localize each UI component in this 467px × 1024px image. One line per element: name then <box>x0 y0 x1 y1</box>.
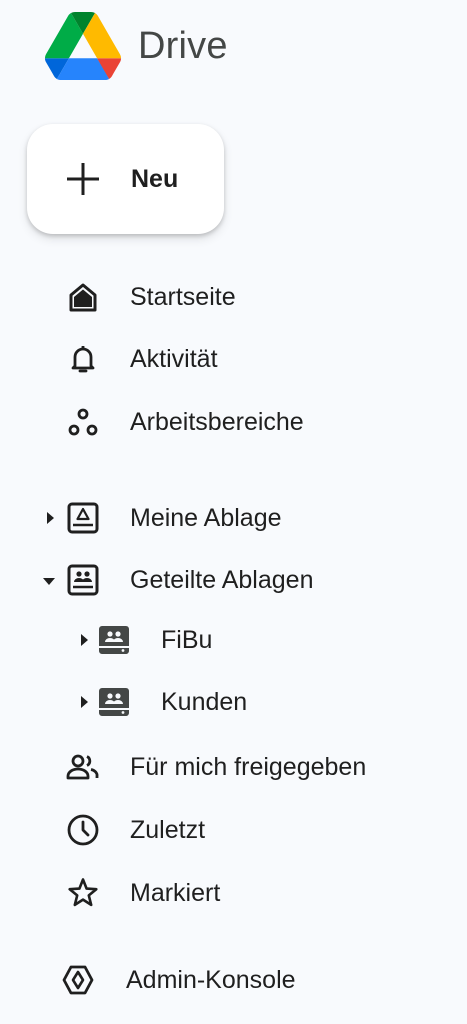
nav-item-home[interactable]: Startseite <box>0 272 440 322</box>
home-icon <box>66 280 100 314</box>
nav-item-label: Meine Ablage <box>130 503 282 532</box>
nav-item-my-drive[interactable]: Meine Ablage <box>0 493 440 543</box>
shared-drive-icon <box>97 623 131 657</box>
bell-icon <box>66 342 100 376</box>
nav-item-starred[interactable]: Markiert <box>0 868 440 918</box>
drive-logo-icon[interactable] <box>44 12 122 80</box>
nav-item-label: Admin-Konsole <box>126 965 296 994</box>
nav-item-shared-drive-kunden[interactable]: Kunden <box>0 677 440 727</box>
people-icon <box>66 750 100 784</box>
clock-icon <box>66 813 100 847</box>
admin-icon <box>61 963 95 997</box>
plus-icon <box>67 163 99 195</box>
nav-item-workspaces[interactable]: Arbeitsbereiche <box>0 397 440 447</box>
nav-item-label: FiBu <box>161 625 213 654</box>
shared-drive-icon <box>97 685 131 719</box>
shared-drive-icon <box>66 563 100 597</box>
nav-item-label: Aktivität <box>130 344 218 373</box>
nav-item-label: Zuletzt <box>130 815 206 844</box>
my-drive-icon <box>66 501 100 535</box>
nav-item-label: Markiert <box>130 878 221 907</box>
new-button[interactable]: Neu <box>27 124 224 234</box>
nav-item-label: Startseite <box>130 282 236 311</box>
nav-item-activity[interactable]: Aktivität <box>0 334 440 384</box>
new-button-label: Neu <box>131 164 179 193</box>
nav-item-shared-drive-fibu[interactable]: FiBu <box>0 615 440 665</box>
app-header: Drive <box>44 10 228 82</box>
nav-item-shared-drives[interactable]: Geteilte Ablagen <box>0 555 440 605</box>
caret-down-icon[interactable] <box>43 576 55 586</box>
nav-item-label: Für mich freigegeben <box>130 752 367 781</box>
nav-item-label: Arbeitsbereiche <box>130 407 304 436</box>
caret-right-icon[interactable] <box>45 512 55 524</box>
star-icon <box>66 876 100 910</box>
workspaces-icon <box>66 405 100 439</box>
caret-right-icon[interactable] <box>79 634 89 646</box>
nav-item-label: Kunden <box>161 687 248 716</box>
nav-item-shared-with-me[interactable]: Für mich freigegeben <box>0 742 440 792</box>
app-title: Drive <box>138 24 228 67</box>
nav-item-recent[interactable]: Zuletzt <box>0 805 440 855</box>
nav-item-label: Geteilte Ablagen <box>130 565 314 594</box>
caret-right-icon[interactable] <box>79 696 89 708</box>
nav-item-admin-console[interactable]: Admin-Konsole <box>0 955 440 1005</box>
